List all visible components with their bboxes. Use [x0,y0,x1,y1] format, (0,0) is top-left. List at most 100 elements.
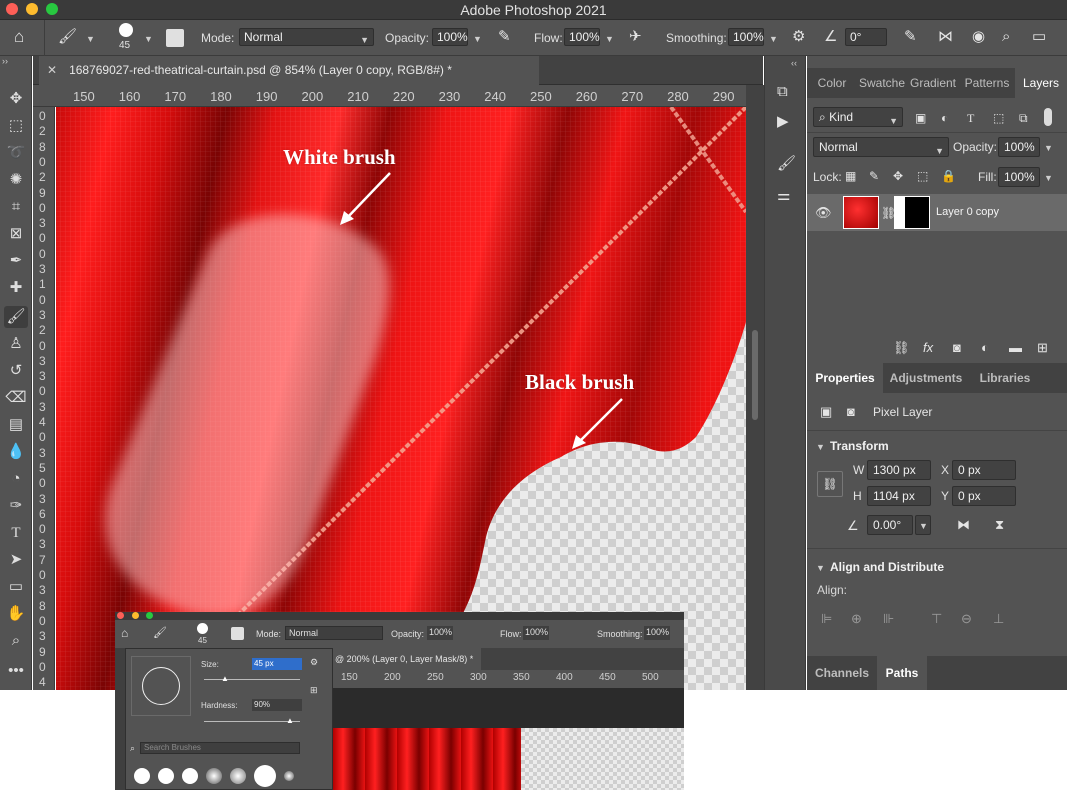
brush-panel-toggle-icon[interactable] [166,29,184,47]
filter-toggle[interactable] [1044,108,1052,126]
layer-opacity-input[interactable]: 100% [998,137,1040,157]
brush-panel-toggle-icon[interactable] [231,627,244,640]
gear-icon[interactable]: ⚙ [310,657,318,668]
tab-libraries[interactable]: Libraries [969,363,1041,393]
blend-mode-select[interactable]: Normal ▼ [813,137,949,157]
brush-tool-icon[interactable]: 🖌 [58,29,77,45]
close-window-button[interactable] [117,612,124,619]
collapse-icon[interactable]: ›› [2,56,8,66]
path-select-tool-icon[interactable]: ➤ [4,549,28,571]
brush-preset-small-soft[interactable] [284,771,294,781]
crop-tool-icon[interactable]: ⌗ [4,196,28,218]
chevron-down-icon[interactable]: ▼ [816,563,825,573]
opacity-input[interactable]: 100% [432,28,468,46]
folder-icon[interactable]: ▬ [1009,340,1022,356]
airbrush-icon[interactable]: ✈ [629,29,642,45]
eraser-tool-icon[interactable]: ⌫ [4,387,28,409]
align-left-icon[interactable]: ⊫ [821,611,832,627]
tab-swatches[interactable]: Swatche [857,68,907,98]
minimize-window-button[interactable] [26,3,38,15]
flow-input[interactable]: 100% [564,28,600,46]
hand-tool-icon[interactable]: ✋ [4,603,28,625]
zoom-window-button[interactable] [146,612,153,619]
inset-canvas[interactable] [333,728,684,790]
search-icon[interactable]: ⌕ [1002,29,1010,45]
new-adjustment-icon[interactable]: ◐ [981,340,989,356]
brush-preset-soft-round[interactable] [230,768,246,784]
search-brushes-input[interactable]: Search Brushes [140,742,300,754]
pressure-size-icon[interactable]: ✎ [904,29,917,45]
document-tab[interactable]: ✕ 168769027-red-theatrical-curtain.psd @ … [39,56,539,85]
brush-angle-input[interactable]: 0° [845,28,887,46]
fill-input[interactable]: 100% [998,167,1040,187]
lock-transparent-icon[interactable]: ▦ [845,168,856,184]
filter-adjustment-icon[interactable]: ◐ [941,110,948,126]
lock-all-icon[interactable]: 🔒 [941,168,956,184]
filter-type-icon[interactable]: T [967,110,974,126]
brush-angle-preview[interactable] [131,656,191,716]
tab-layers[interactable]: Layers [1015,68,1067,98]
fx-icon[interactable]: fx [923,340,933,356]
brush-preset-hard-round[interactable] [158,768,174,784]
align-right-icon[interactable]: ⊪ [883,611,894,627]
tab-properties[interactable]: Properties [807,363,883,393]
layer-filter-select[interactable]: ⌕ Kind ▼ [813,107,903,127]
minimize-window-button[interactable] [132,612,139,619]
close-window-button[interactable] [6,3,18,15]
home-icon[interactable]: ⌂ [14,28,24,45]
stamp-tool-icon[interactable]: ♙ [4,333,28,355]
brush-preset-soft-round[interactable] [206,768,222,784]
chevron-down-icon[interactable]: ▼ [1044,173,1053,183]
chevron-down-icon[interactable]: ▼ [86,34,95,44]
tab-paths[interactable]: Paths [877,656,927,690]
scrollbar-thumb[interactable] [752,330,758,420]
blur-tool-icon[interactable]: 💧 [4,441,28,463]
tab-channels[interactable]: Channels [807,656,877,690]
rectangle-tool-icon[interactable]: ▭ [4,576,28,598]
healing-brush-tool-icon[interactable]: ✚ [4,277,28,299]
move-tool-icon[interactable]: ✥ [4,88,28,110]
brush-settings-icon[interactable]: 🖌 [777,156,796,172]
filter-smart-object-icon[interactable]: ⧉ [1019,110,1028,126]
lock-position-icon[interactable]: ✥ [893,168,903,184]
frame-tool-icon[interactable]: ⊠ [4,223,28,245]
adjustment-sliders-icon[interactable]: ⚌ [777,188,790,204]
size-input[interactable]: 45 px [252,658,302,670]
home-icon[interactable]: ⌂ [121,626,128,640]
flow-input[interactable]: 100% [523,626,549,640]
pen-tool-icon[interactable]: ✑ [4,495,28,517]
play-actions-icon[interactable]: ▶ [777,114,789,130]
link-layers-icon[interactable]: ⛓ [893,340,910,356]
more-tools-icon[interactable]: ••• [4,660,28,682]
close-tab-icon[interactable]: ✕ [47,63,57,77]
flip-horizontal-icon[interactable]: ⧓ [957,517,970,533]
align-center-h-icon[interactable]: ⊕ [851,611,862,627]
brush-preset-hard-round[interactable] [134,768,150,784]
mode-select[interactable]: Normal [285,626,383,640]
mode-select[interactable]: Normal ▼ [239,28,374,46]
filter-pixel-icon[interactable]: ▣ [915,110,926,126]
tab-patterns[interactable]: Patterns [959,68,1015,98]
gear-icon[interactable]: ⚙ [792,29,805,45]
add-mask-icon[interactable]: ◙ [953,340,961,356]
smoothing-input[interactable]: 100% [644,626,670,640]
chevron-down-icon[interactable]: ▼ [1044,143,1053,153]
eyedropper-tool-icon[interactable]: ✒ [4,250,28,272]
eye-visibility-icon[interactable]: 👁 [815,205,832,221]
marquee-tool-icon[interactable]: ⬚ [4,115,28,137]
zoom-window-button[interactable] [46,3,58,15]
type-tool-icon[interactable]: T [4,522,28,544]
width-input[interactable]: 1300 px [867,460,931,480]
quick-select-tool-icon[interactable]: ✺ [4,169,28,191]
chevron-down-icon[interactable]: ▼ [816,442,825,452]
new-layer-icon[interactable]: ⊞ [1037,340,1048,356]
x-input[interactable]: 0 px [952,460,1016,480]
layer-row[interactable]: 👁 ⛓ Layer 0 copy [807,194,1067,231]
brush-tool-icon[interactable]: 🖌 [153,626,167,639]
lock-pixels-icon[interactable]: ✎ [869,168,879,184]
collapse-icon[interactable]: ‹‹ [791,58,797,68]
tab-gradients[interactable]: Gradient [907,68,959,98]
gradient-tool-icon[interactable]: ▤ [4,414,28,436]
link-dimensions-icon[interactable]: ⛓ [817,471,843,497]
chevron-down-icon[interactable]: ▼ [144,34,153,44]
